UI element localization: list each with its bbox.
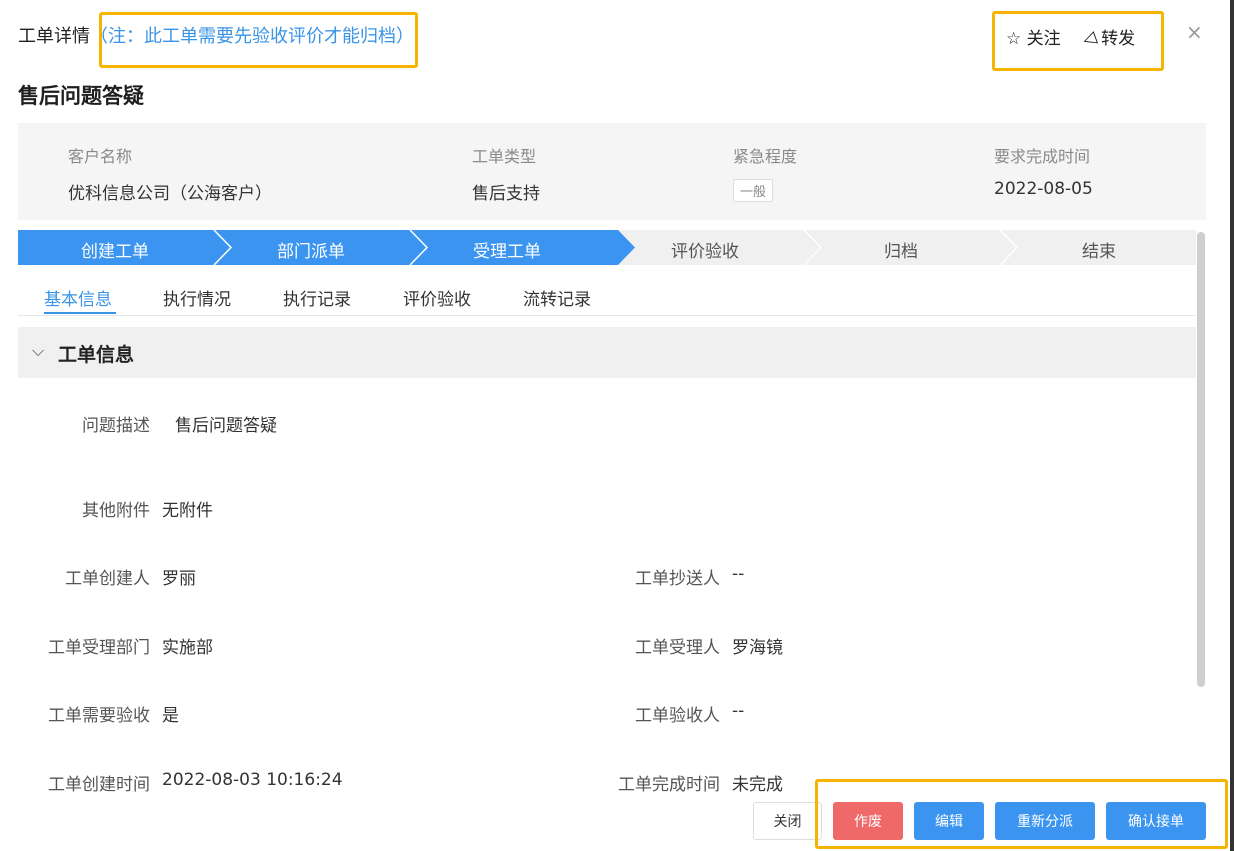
tab-execution-log[interactable]: 执行记录 [283, 285, 351, 310]
handler-label: 工单受理人 [635, 638, 720, 658]
close-icon[interactable]: × [1186, 20, 1203, 44]
created-time-label: 工单创建时间 [48, 775, 150, 795]
highlight-actions [992, 11, 1164, 71]
urgency-value: 一般 [733, 179, 774, 202]
desc-label: 问题描述 [82, 416, 150, 436]
tab-basic-info[interactable]: 基本信息 [44, 285, 112, 310]
tab-execution[interactable]: 执行情况 [163, 285, 231, 310]
summary-card: 客户名称 优科信息公司（公海客户） 工单类型 售后支持 紧急程度 一般 要求完成… [18, 123, 1206, 220]
creator-label: 工单创建人 [65, 569, 150, 589]
need-check-label: 工单需要验收 [48, 706, 150, 726]
section-header[interactable]: ⌵ 工单信息 [18, 327, 1196, 378]
urgency-badge: 一般 [733, 179, 774, 202]
type-label: 工单类型 [472, 147, 537, 166]
active-tab-indicator [44, 312, 116, 314]
close-button[interactable]: 关闭 [753, 802, 822, 840]
tab-evaluation[interactable]: 评价验收 [403, 285, 471, 310]
attach-label: 其他附件 [82, 501, 150, 521]
highlight-footer-actions [815, 779, 1228, 849]
step-archive: 归档 [884, 242, 918, 262]
step-create: 创建工单 [81, 242, 149, 262]
dept-value: 实施部 [162, 638, 213, 658]
finish-time-label: 工单完成时间 [618, 775, 720, 795]
step-divider-4 [803, 230, 823, 265]
step-evaluate: 评价验收 [671, 242, 739, 262]
checker-label: 工单验收人 [635, 706, 720, 726]
cc-label: 工单抄送人 [635, 569, 720, 589]
step-divider-5 [999, 230, 1019, 265]
steps-graphic [18, 230, 1019, 265]
dept-label: 工单受理部门 [48, 638, 150, 658]
customer-label: 客户名称 [68, 147, 133, 166]
checker-value: -- [732, 701, 745, 721]
due-label: 要求完成时间 [994, 147, 1091, 166]
due-value: 2022-08-05 [994, 179, 1093, 199]
finish-time-value: 未完成 [732, 775, 783, 795]
tab-transfer-log[interactable]: 流转记录 [523, 285, 591, 310]
chevron-down-icon[interactable]: ⌵ [32, 341, 44, 361]
window-edge [1230, 0, 1234, 851]
step-dispatch: 部门派单 [277, 242, 345, 262]
header-title-text: 工单详情 [18, 26, 90, 47]
need-check-value: 是 [162, 706, 179, 726]
scrollbar-thumb[interactable] [1197, 232, 1205, 687]
highlight-note [99, 12, 418, 68]
urgency-label: 紧急程度 [733, 147, 798, 166]
cc-value: -- [732, 564, 745, 584]
handler-value: 罗海镜 [732, 638, 783, 658]
step-accept: 受理工单 [473, 242, 541, 262]
desc-value: 售后问题答疑 [175, 416, 277, 436]
step-end: 结束 [1082, 242, 1116, 262]
customer-value: 优科信息公司（公海客户） [68, 184, 272, 204]
created-time-value: 2022-08-03 10:16:24 [162, 770, 343, 790]
type-value: 售后支持 [472, 184, 540, 204]
page-title: 售后问题答疑 [18, 84, 144, 108]
attach-value: 无附件 [162, 501, 213, 521]
creator-value: 罗丽 [162, 569, 196, 589]
progress-steps: 创建工单 部门派单 受理工单 评价验收 归档 结束 [18, 230, 1196, 265]
section-title: 工单信息 [58, 344, 135, 366]
detail-tabs: 基本信息 执行情况 执行记录 评价验收 流转记录 [18, 280, 1196, 316]
